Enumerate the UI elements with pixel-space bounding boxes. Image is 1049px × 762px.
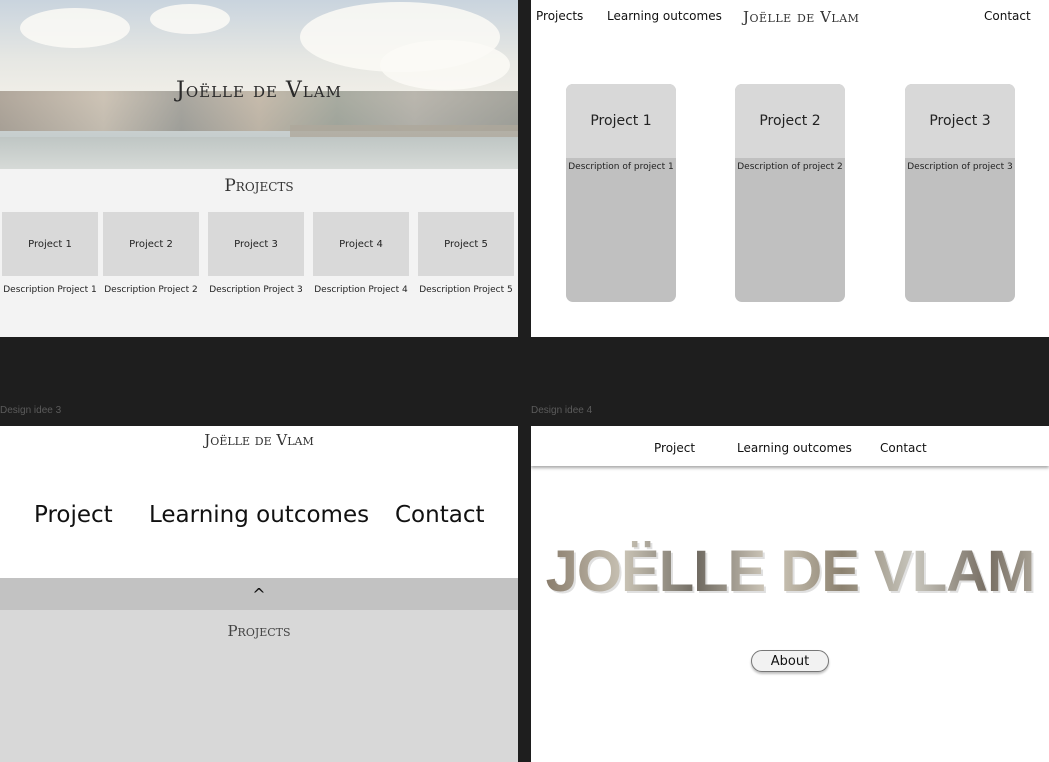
caret-up-icon: ^ — [252, 584, 266, 604]
menu-learning-outcomes-link[interactable]: Learning outcomes — [149, 502, 369, 528]
nav-contact-link[interactable]: Contact — [984, 9, 1031, 23]
hero-title: Joëlle de Vlam — [176, 78, 342, 103]
project-card-title: Project 3 — [905, 84, 1015, 158]
project-description: Description Project 2 — [104, 285, 198, 295]
project-description: Description Project 3 — [209, 285, 303, 295]
project-card-label: Project 1 — [28, 238, 72, 250]
brand-name: Joëlle de Vlam — [204, 431, 314, 449]
frame-label-design-3: Design idee 3 — [0, 405, 62, 416]
project-description: Description Project 1 — [3, 285, 97, 295]
menu-contact-link[interactable]: Contact — [395, 502, 484, 528]
frame-label-design-4: Design idee 4 — [531, 405, 593, 416]
project-card[interactable]: Project 2 — [103, 212, 199, 276]
about-button[interactable]: About — [751, 650, 829, 672]
project-card-label: Project 5 — [444, 238, 488, 250]
nav-learning-outcomes-link[interactable]: Learning outcomes — [737, 441, 852, 455]
big-image-title: JOËLLE DE VLAM — [531, 538, 1049, 605]
design-3-frame: Joëlle de Vlam Project Learning outcomes… — [0, 426, 518, 762]
top-navbar: Project Learning outcomes Contact — [531, 426, 1049, 466]
project-description: Description Project 5 — [419, 285, 513, 295]
project-description: Description of project 1 — [568, 162, 674, 172]
nav-contact-link[interactable]: Contact — [880, 441, 927, 455]
project-description: Description Project 4 — [314, 285, 408, 295]
project-card[interactable]: Project 5 — [418, 212, 514, 276]
project-card-title: Project 2 — [735, 84, 845, 158]
brand-name: Joëlle de Vlam — [743, 8, 860, 26]
project-card-label: Project 3 — [234, 238, 278, 250]
design-4-frame: Project Learning outcomes Contact JOËLLE… — [531, 426, 1049, 762]
project-card[interactable]: Project 1 Description of project 1 — [566, 84, 676, 302]
design-2-frame: Projects Learning outcomes Joëlle de Vla… — [531, 0, 1049, 337]
project-card[interactable]: Project 4 — [313, 212, 409, 276]
project-description: Description of project 3 — [907, 162, 1013, 172]
menu-project-link[interactable]: Project — [34, 502, 113, 528]
project-card[interactable]: Project 2 Description of project 2 — [735, 84, 845, 302]
project-card[interactable]: Project 3 — [208, 212, 304, 276]
project-card-label: Project 4 — [339, 238, 383, 250]
nav-project-link[interactable]: Project — [654, 441, 695, 455]
project-card[interactable]: Project 3 Description of project 3 — [905, 84, 1015, 302]
project-card[interactable]: Project 1 — [2, 212, 98, 276]
nav-projects-link[interactable]: Projects — [536, 9, 583, 23]
cloud-shape — [20, 8, 130, 48]
project-description: Description of project 2 — [737, 162, 843, 172]
cloud-shape — [150, 4, 230, 34]
project-card-title: Project 1 — [566, 84, 676, 158]
projects-heading: Projects — [227, 622, 291, 640]
expand-bar[interactable]: ^ — [0, 578, 518, 610]
design-1-frame: Joëlle de Vlam Projects Project 1 Projec… — [0, 0, 518, 337]
project-card-label: Project 2 — [129, 238, 173, 250]
nav-learning-outcomes-link[interactable]: Learning outcomes — [607, 9, 722, 23]
projects-heading: Projects — [224, 176, 294, 196]
river-shape — [0, 137, 518, 169]
